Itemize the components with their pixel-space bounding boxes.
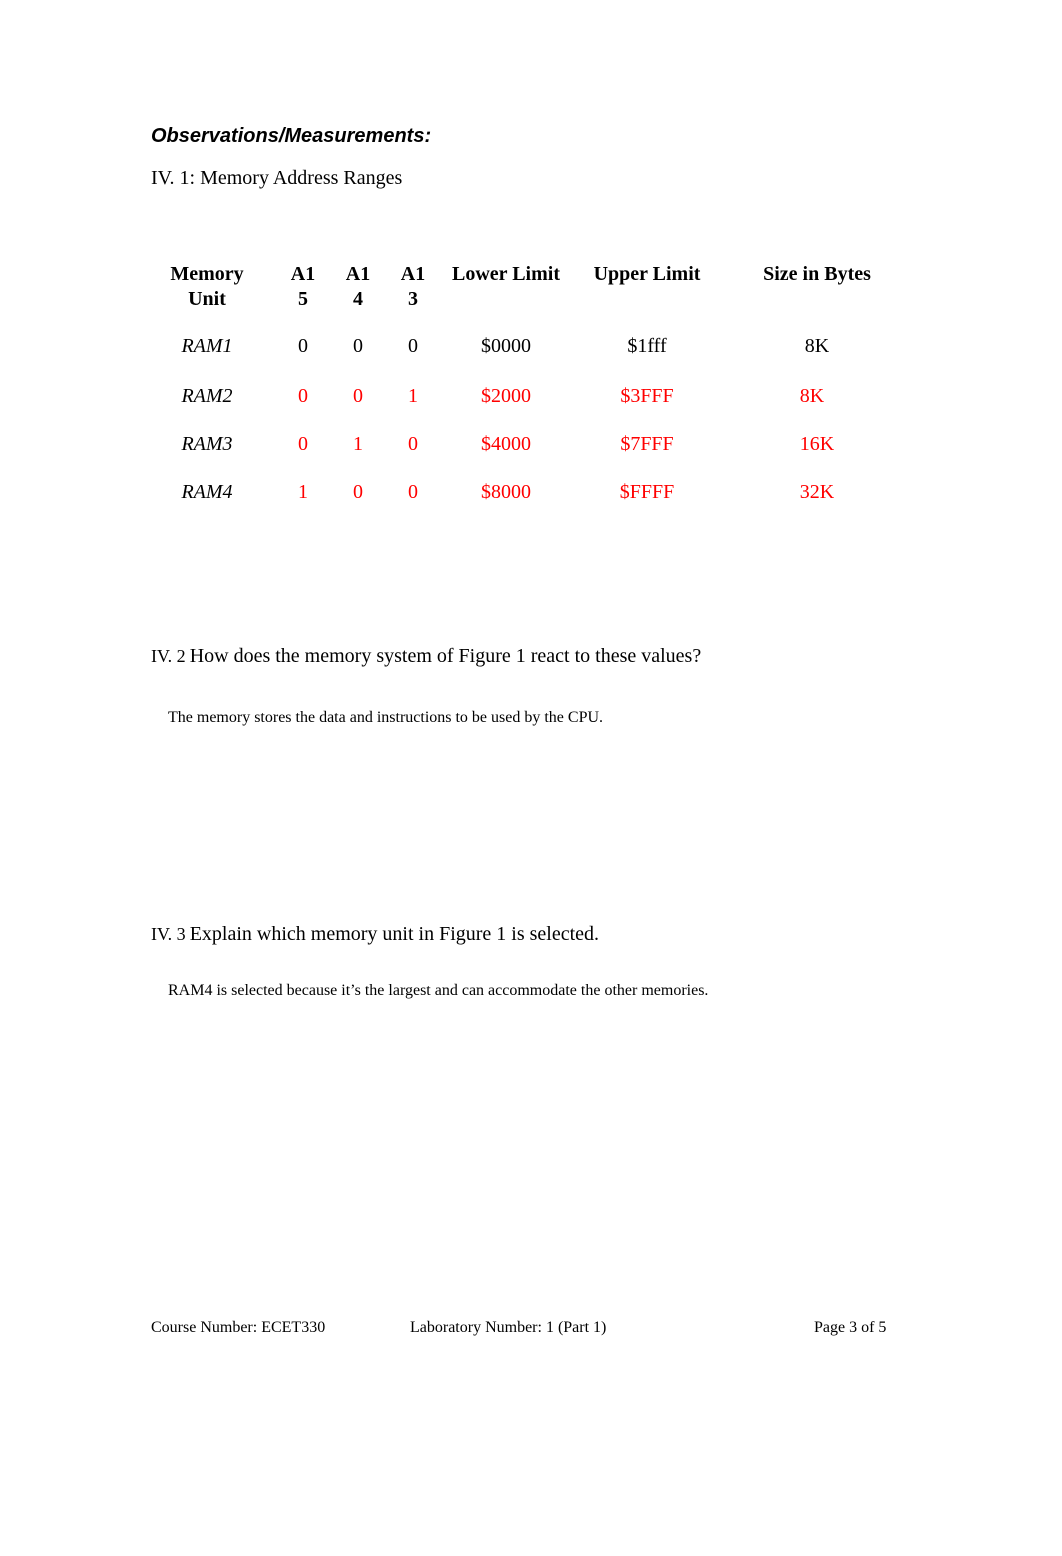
cell-size: 8K (799, 385, 825, 407)
cell-a13: 0 (408, 481, 418, 503)
footer-lab-number: Laboratory Number: 1 (Part 1) (410, 1319, 607, 1336)
cell-memory-unit: RAM3 (181, 433, 233, 455)
cell-memory-unit: RAM4 (181, 481, 233, 503)
cell-lower-limit: $2000 (481, 385, 531, 407)
cell-size: 32K (799, 481, 835, 503)
header-upper-limit: Upper Limit (593, 263, 701, 285)
question-label: IV. 2 (151, 646, 186, 666)
cell-memory-unit: RAM2 (181, 385, 233, 407)
header-line: 5 (297, 288, 308, 310)
cell-size: 16K (799, 433, 835, 455)
header-line: Memory (170, 263, 244, 285)
cell-size: 8K (804, 335, 830, 357)
subheading-memory-address-ranges: IV. 1: Memory Address Ranges (151, 167, 403, 189)
cell-a15: 1 (298, 481, 308, 503)
cell-a13: 1 (408, 385, 418, 407)
header-line: A1 (345, 263, 371, 285)
cell-a14: 1 (353, 433, 363, 455)
header-a13: A1 3 (401, 262, 425, 312)
cell-a13: 0 (408, 433, 418, 455)
question-iv-2: IV. 2 How does the memory system of Figu… (151, 645, 701, 668)
cell-lower-limit: $4000 (481, 433, 531, 455)
question-text: How does the memory system of Figure 1 r… (189, 645, 702, 667)
cell-a15: 0 (298, 433, 308, 455)
answer-iv-3: RAM4 is selected because it’s the larges… (168, 982, 709, 999)
cell-a14: 0 (353, 335, 363, 357)
cell-a14: 0 (353, 481, 363, 503)
cell-a15: 0 (298, 335, 308, 357)
header-a15: A1 5 (291, 262, 315, 312)
cell-a14: 0 (353, 385, 363, 407)
question-label: IV. 3 (151, 924, 186, 944)
cell-lower-limit: $8000 (481, 481, 531, 503)
section-title: Observations/Measurements: (151, 125, 432, 147)
footer-page-number: Page 3 of 5 (814, 1319, 887, 1336)
header-line: 3 (407, 288, 418, 310)
header-line: 4 (352, 288, 363, 310)
cell-upper-limit: $FFFF (619, 481, 675, 503)
answer-iv-2: The memory stores the data and instructi… (168, 709, 604, 726)
header-line: Unit (188, 288, 226, 310)
header-memory-unit: Memory Unit (170, 262, 243, 312)
cell-upper-limit: $7FFF (620, 433, 674, 455)
header-size-in-bytes: Size in Bytes (763, 263, 871, 285)
cell-upper-limit: $3FFF (620, 385, 674, 407)
question-text: Explain which memory unit in Figure 1 is… (189, 923, 600, 945)
header-line: A1 (290, 263, 316, 285)
question-iv-3: IV. 3 Explain which memory unit in Figur… (151, 923, 599, 946)
header-lower-limit: Lower Limit (452, 263, 560, 285)
cell-lower-limit: $0000 (481, 335, 531, 357)
footer-course-number: Course Number: ECET330 (151, 1319, 326, 1336)
cell-a15: 0 (298, 385, 308, 407)
header-a14: A1 4 (346, 262, 370, 312)
cell-upper-limit: $1fff (627, 335, 667, 357)
cell-memory-unit: RAM1 (181, 335, 233, 357)
cell-a13: 0 (408, 335, 418, 357)
header-line: A1 (400, 263, 426, 285)
